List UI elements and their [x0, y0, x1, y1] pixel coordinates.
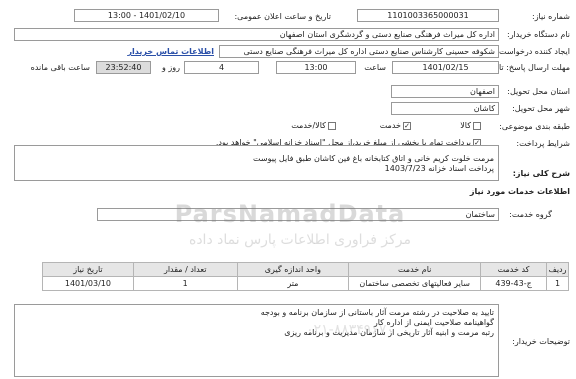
cell-qty: 1	[132, 276, 238, 291]
goods-label: کالا	[460, 121, 471, 130]
requester-field[interactable]: شکوفه حسینی کارشناس صنایع دستی اداره کل …	[219, 45, 499, 58]
province-field[interactable]: اصفهان	[391, 85, 499, 98]
day-and-label: روز و	[162, 63, 180, 72]
deadline-time-field[interactable]: 13:00	[276, 61, 356, 74]
tender-details-page: شماره نیاز: 1101003365000031 تاریخ و ساع…	[0, 0, 576, 379]
announce-datetime-label: تاریخ و ساعت اعلان عمومی:	[234, 12, 331, 21]
need-number-label: شماره نیاز:	[532, 12, 570, 21]
deadline-time-label: ساعت	[364, 63, 386, 72]
announce-datetime-field[interactable]: 1401/02/10 - 13:00	[74, 9, 219, 22]
payment-label: شرایط پرداخت:	[516, 139, 570, 148]
category-label: طبقه بندی موضوعی:	[499, 122, 570, 131]
buyer-org-label: نام دستگاه خریدار:	[507, 30, 570, 39]
cell-date: 1401/03/10	[42, 276, 134, 291]
col-unit-header: واحد اندازه گیری	[236, 262, 350, 277]
days-left-field: 4	[184, 61, 259, 74]
watermark-phone: ۰۲۱-۸۸۳۴۹۶۷۰	[306, 322, 394, 338]
category-option-service[interactable]: ✓خدمت	[380, 121, 411, 130]
goods-service-label: کالا/خدمت	[291, 121, 326, 130]
category-option-goods[interactable]: کالا	[460, 121, 481, 130]
services-info-heading: اطلاعات خدمات مورد نیاز	[469, 187, 570, 196]
col-code-header: کد خدمت	[480, 262, 548, 277]
cell-row: 1	[546, 276, 569, 291]
service-group-label: گروه خدمت:	[509, 210, 552, 219]
general-desc-label: شرح کلی نیاز:	[512, 169, 570, 178]
cell-name: سایر فعالیتهای تخصصی ساختمان	[348, 276, 482, 291]
desc-line: مرمت خلوت کریم خانی و اتاق کتابخانه باغ …	[253, 154, 494, 163]
province-label: استان محل تحویل:	[507, 87, 570, 96]
need-number-field[interactable]: 1101003365000031	[357, 9, 499, 22]
table-row[interactable]: 1 ج-43-439 سایر فعالیتهای تخصصی ساختمان …	[42, 276, 569, 291]
buyer-org-field[interactable]: اداره کل میراث فرهنگی صنایع دستی و گردشگ…	[14, 28, 499, 41]
col-qty-header: تعداد / مقدار	[132, 262, 238, 277]
buyer-notes-box[interactable]: تایید به صلاحیت در رشته مرمت آثار باستان…	[14, 304, 499, 377]
city-label: شهر محل تحویل:	[512, 104, 570, 113]
watermark-tagline: مرکز فراوری اطلاعات پارس نماد داده	[188, 232, 412, 248]
table-header-row: ردیف کد خدمت نام خدمت واحد اندازه گیری ت…	[42, 262, 569, 277]
service-label: خدمت	[379, 121, 401, 130]
goods-checkbox[interactable]	[473, 121, 481, 130]
note-line: تایید به صلاحیت در رشته مرمت آثار باستان…	[260, 308, 494, 317]
time-left-field: 23:52:40	[96, 61, 151, 74]
desc-line: پرداخت اسناد خزانه 1403/7/23	[384, 164, 494, 173]
deadline-date-field[interactable]: 1401/02/15	[392, 61, 499, 74]
city-field[interactable]: کاشان	[391, 102, 499, 115]
col-row-header: ردیف	[546, 262, 569, 277]
service-checkbox[interactable]: ✓	[403, 121, 411, 130]
col-date-header: تاریخ نیاز	[42, 262, 134, 277]
services-table: ردیف کد خدمت نام خدمت واحد اندازه گیری ت…	[42, 262, 569, 291]
cell-unit: متر	[236, 276, 350, 291]
goods-service-checkbox[interactable]	[328, 121, 336, 130]
watermark-brand: ParsNamadData	[174, 200, 406, 228]
buyer-notes-label: توضیحات خریدار:	[512, 337, 570, 346]
general-desc-box[interactable]: مرمت خلوت کریم خانی و اتاق کتابخانه باغ …	[14, 145, 499, 181]
cell-code: ج-43-439	[480, 276, 548, 291]
col-name-header: نام خدمت	[348, 262, 482, 277]
remaining-label: ساعت باقی مانده	[30, 63, 90, 72]
requester-label: ایجاد کننده درخواست:	[496, 47, 570, 56]
buyer-contact-link[interactable]: اطلاعات تماس خریدار	[127, 47, 214, 56]
category-option-goods-service[interactable]: کالا/خدمت	[291, 121, 336, 130]
